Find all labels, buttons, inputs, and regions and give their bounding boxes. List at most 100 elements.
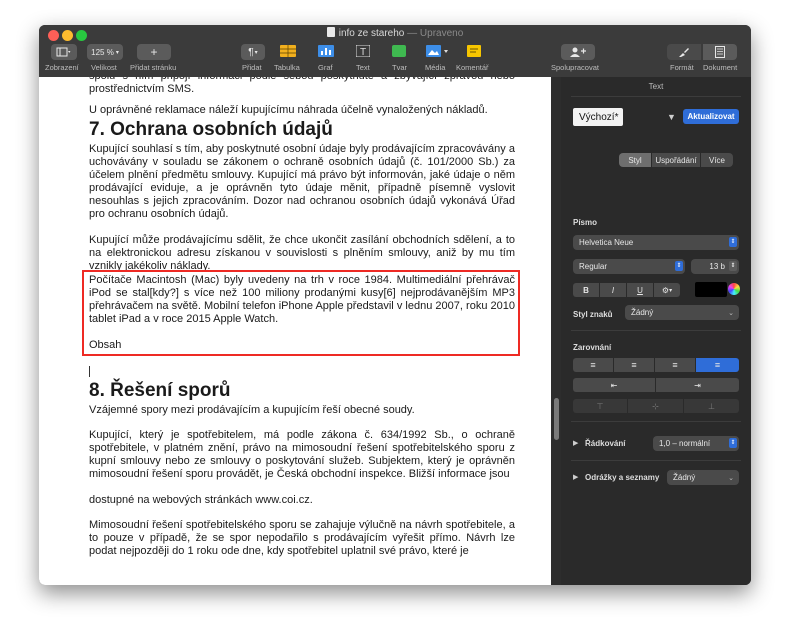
insert-button[interactable]: ¶ ▾ [241,44,265,60]
paragraph-7a[interactable]: Kupující souhlasí s tím, aby poskytnuté … [89,143,515,221]
chevron-down-icon: ▾ [254,49,258,56]
document-canvas[interactable]: spolu s ním připojí informaci podle sebo… [39,77,551,585]
document-scrollbar[interactable] [551,77,561,585]
chevron-down-icon[interactable]: ▼ [667,112,676,122]
font-size-field[interactable]: 13 b ⇕ [691,259,739,274]
zoom-select[interactable]: 125 % ▾ [87,44,123,60]
valign-bottom-button[interactable]: ⊥ [684,399,739,413]
align-justify-icon: ≡ [714,360,721,370]
selection-highlight [82,270,520,356]
tab-styl[interactable]: Styl [619,153,651,167]
align-justify-button[interactable]: ≡ [696,358,739,372]
disclosure-triangle-icon[interactable]: ▶ [573,439,578,447]
heading-7[interactable]: 7. Ochrana osobních údajů [89,119,333,140]
paragraph-7b[interactable]: Kupující může prodávajícímu sdělit, že c… [89,234,515,272]
update-style-button[interactable]: Aktualizovat [683,109,739,124]
media-icon [426,45,448,57]
font-style-value: Regular [579,262,608,271]
align-center-button[interactable]: ≡ [614,358,654,372]
line-spacing-label: Řádkování [585,439,626,448]
collaborate-label: Spolupracovat [551,63,599,72]
align-right-button[interactable]: ≡ [655,358,695,372]
table-button[interactable] [279,43,297,59]
font-style-select[interactable]: Regular ⇕ [573,259,685,274]
text-options-button[interactable]: ⚙ ▾ [654,283,680,297]
sidebar-view-icon [56,47,71,57]
divider [571,96,741,97]
font-family-select[interactable]: Helvetica Neue ⇕ [573,235,739,250]
disclosure-triangle-icon[interactable]: ▶ [573,473,578,481]
line-spacing-value: 1,0 – normální [659,439,711,448]
chart-icon [318,45,334,57]
divider [571,460,741,461]
paragraph-8b-end[interactable]: dostupné na webových stránkách www.coi.c… [89,494,515,507]
table-icon [280,45,296,57]
scrollbar-thumb[interactable] [554,398,559,440]
paragraph-8b[interactable]: Kupující, který je spotřebitelem, má pod… [89,429,515,481]
chevron-updown-icon: ⌄ [728,309,734,317]
collaborate-button[interactable] [561,44,595,60]
plus-icon: + [150,45,158,59]
valign-bottom-icon: ⊥ [708,401,715,411]
table-label: Tabulka [274,63,300,72]
media-button[interactable] [425,43,451,59]
view-button[interactable] [51,44,77,60]
align-left-button[interactable]: ≡ [573,358,613,372]
divider [571,421,741,422]
line-spacing-select[interactable]: 1,0 – normální ⇕ [653,436,739,451]
media-label: Média [425,63,446,72]
paintbrush-icon [679,47,689,57]
underline-button[interactable]: U [627,283,653,297]
paragraph-8c[interactable]: Mimosoudní řešení spotřebitelského sporu… [89,519,515,558]
document-button[interactable] [703,44,737,60]
chevron-down-icon: ▾ [115,49,119,56]
document-icon [715,46,725,58]
chevron-updown-icon: ⇕ [729,237,737,247]
document-name: info ze stareho [338,28,405,39]
tab-usporadani[interactable]: Uspořádání [652,153,700,167]
chevron-updown-icon: ⇕ [675,261,683,271]
char-style-value: Žádný [631,308,654,317]
gear-icon: ⚙ [661,285,670,295]
comment-label: Komentář [456,63,489,72]
text-color-swatch[interactable] [695,282,727,297]
shape-button[interactable] [390,43,408,59]
heading-8[interactable]: 8. Řešení sporů [89,380,231,401]
paragraph-top[interactable]: spolu s ním připojí informaci podle sebo… [89,77,515,96]
align-center-icon: ≡ [631,360,637,370]
add-page-button[interactable]: + [137,44,171,60]
increase-indent-button[interactable]: ⇥ [656,378,739,392]
bullets-value: Žádný [673,473,696,482]
divider [571,330,741,331]
collaborate-icon [570,47,586,57]
tab-vice[interactable]: Více [701,153,733,167]
chevron-updown-icon: ⇕ [729,438,737,448]
text-cursor [89,366,90,377]
text-box-button[interactable]: T [354,43,372,59]
paragraph-reklamace[interactable]: U oprávněné reklamace náleží kupujícímu … [89,104,515,117]
format-button[interactable] [667,44,701,60]
italic-button[interactable]: I [600,283,626,297]
paragraph-style-field[interactable]: Výchozí* [573,108,623,126]
bullets-select[interactable]: Žádný ⌄ [667,470,739,485]
comment-button[interactable] [465,43,483,59]
valign-middle-button[interactable]: ⊹ [628,399,683,413]
bold-button[interactable]: B [573,283,599,297]
document-label: Dokument [703,63,738,72]
chevron-updown-icon: ⌄ [728,474,734,482]
chart-button[interactable] [317,43,335,59]
zoom-value: 125 % [91,47,114,57]
format-label: Formát [670,63,694,72]
stepper-icon: ⇕ [729,261,737,271]
color-wheel-icon[interactable] [728,283,740,295]
align-right-icon: ≡ [672,360,678,370]
shape-icon [392,45,406,57]
decrease-indent-button[interactable]: ⇤ [573,378,655,392]
chart-label: Graf [318,63,333,72]
char-style-select[interactable]: Žádný ⌄ [625,305,739,320]
valign-top-button[interactable]: ⊤ [573,399,627,413]
view-label: Zobrazení [45,63,79,72]
paragraph-8a[interactable]: Vzájemné spory mezi prodávajícím a kupuj… [89,404,515,417]
document-status: Upraveno [419,28,464,39]
valign-middle-icon: ⊹ [652,401,659,411]
